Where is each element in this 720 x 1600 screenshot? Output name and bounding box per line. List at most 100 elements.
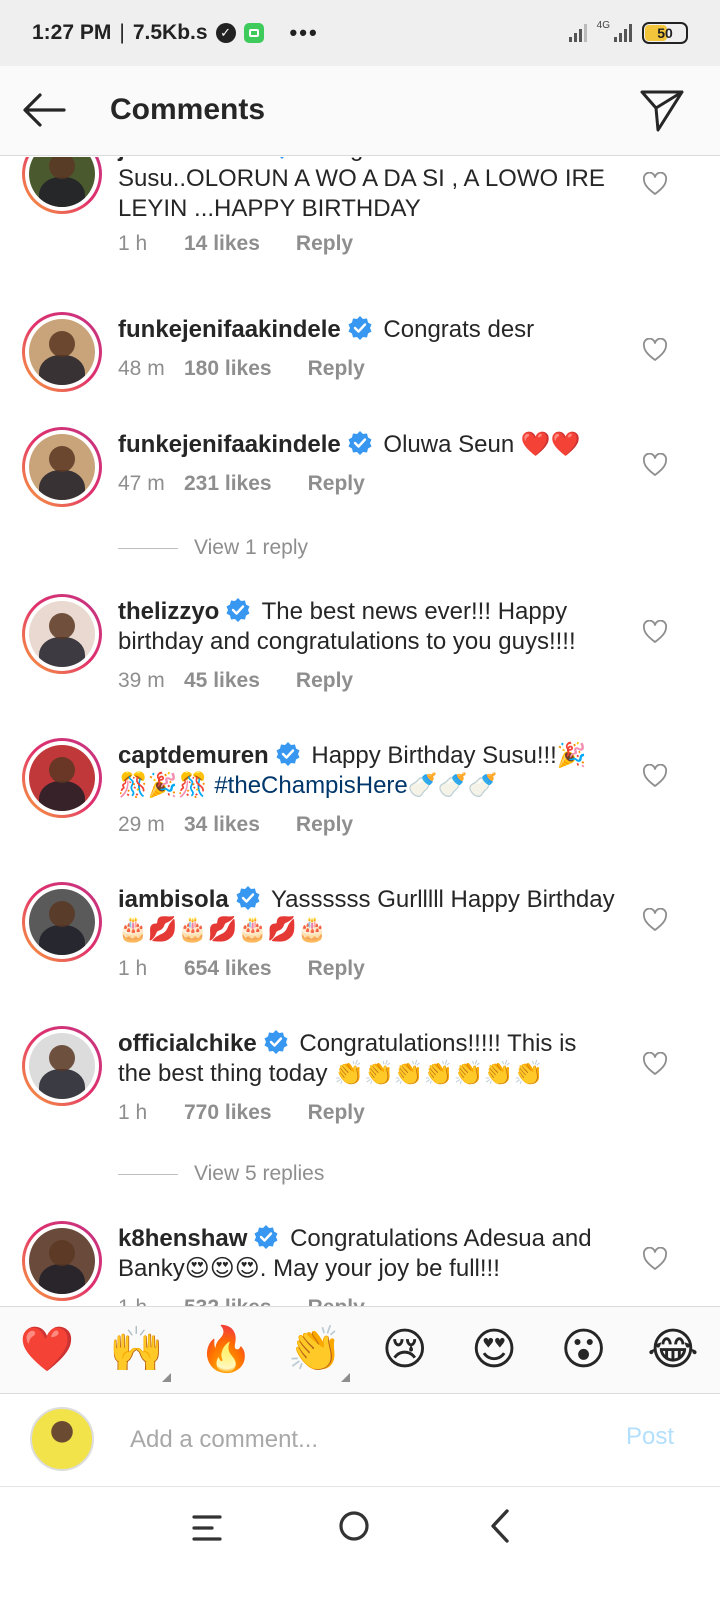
reply-button[interactable]: Reply: [308, 472, 365, 496]
verified-badge-icon: [264, 1030, 288, 1054]
comment-time: 1 h: [118, 232, 148, 255]
send-paper-plane-icon[interactable]: [638, 86, 686, 134]
comment-text: officialchike Congratulations!!!!! This …: [118, 1029, 616, 1089]
heart-outline-icon[interactable]: [642, 1052, 668, 1076]
heart-outline-icon[interactable]: [642, 908, 668, 932]
app-notification-icon: [243, 23, 264, 43]
signal-4g-icon: [614, 24, 632, 42]
reaction-heart-emoji[interactable]: ❤️: [18, 1328, 76, 1372]
verified-badge-icon: [226, 598, 250, 622]
reaction-raising-hands-emoji[interactable]: 🙌: [107, 1328, 172, 1382]
heart-outline-icon[interactable]: [642, 764, 668, 788]
comment-meta: 1 h 654 likes Reply: [118, 957, 365, 981]
reaction-crying-emoji[interactable]: 😢: [376, 1328, 434, 1372]
comment-body: Congratulations Susu..OLORUN A WO A DA S…: [118, 157, 605, 222]
comment-time: 39 m: [118, 669, 165, 692]
comment-text: captdemuren Happy Birthday Susu!!!🎉🎊🎉🎊 #…: [118, 741, 616, 801]
comment-username[interactable]: thelizzyo: [118, 598, 219, 625]
comment-likes[interactable]: 654 likes: [184, 957, 272, 981]
avatar[interactable]: [22, 594, 102, 674]
comment-time: 48 m: [118, 357, 165, 380]
view-replies-label[interactable]: View 1 reply: [194, 536, 308, 560]
status-separator: |: [119, 21, 125, 44]
reaction-laughing-emoji[interactable]: 😂: [644, 1328, 702, 1372]
comment-username[interactable]: officialchike: [118, 1030, 257, 1057]
home-circle-icon[interactable]: [338, 1510, 370, 1542]
reply-button[interactable]: Reply: [296, 813, 353, 837]
avatar[interactable]: [22, 1221, 102, 1301]
comment-likes[interactable]: 231 likes: [184, 472, 272, 496]
comment-username[interactable]: funkejenifaakindele: [118, 316, 341, 343]
comment-likes[interactable]: 45 likes: [184, 669, 260, 693]
avatar-image: [29, 157, 95, 207]
comment-meta: 48 m 180 likes Reply: [118, 357, 365, 381]
hashtag-link[interactable]: #theChampisHere: [214, 772, 407, 799]
view-replies-button[interactable]: View 5 replies: [118, 1162, 324, 1186]
comment-username[interactable]: funkejenifaakindele: [118, 431, 341, 458]
back-arrow-icon[interactable]: [20, 90, 68, 130]
comment-username[interactable]: iambisola: [118, 886, 229, 913]
comment-meta: 29 m 34 likes Reply: [118, 813, 353, 837]
avatar-image: [29, 745, 95, 811]
heart-outline-icon[interactable]: [642, 453, 668, 477]
post-button[interactable]: Post: [626, 1423, 674, 1451]
avatar[interactable]: [22, 427, 102, 507]
divider: [118, 1173, 178, 1175]
view-replies-button[interactable]: View 1 reply: [118, 536, 308, 560]
reply-button[interactable]: Reply: [296, 232, 353, 256]
reaction-clapping-emoji[interactable]: 👏: [286, 1325, 351, 1382]
current-user-avatar: [30, 1407, 94, 1471]
comment-likes[interactable]: 14 likes: [184, 232, 260, 256]
signal-icon: [568, 24, 587, 42]
comment-username[interactable]: jideawobona: [118, 157, 263, 162]
avatar[interactable]: [22, 1026, 102, 1106]
comments-header: Comments: [0, 66, 720, 156]
comment-username[interactable]: k8henshaw: [118, 1225, 247, 1252]
avatar-image: [29, 1228, 95, 1294]
network-type-label: 4G: [596, 20, 610, 31]
comment-meta: 1 h 770 likes Reply: [118, 1101, 365, 1125]
system-back-icon[interactable]: [488, 1508, 512, 1544]
reply-button[interactable]: Reply: [308, 1101, 365, 1125]
reaction-fire-emoji[interactable]: 🔥: [197, 1328, 255, 1372]
system-nav-bar: [0, 1488, 720, 1600]
verified-badge-icon: [348, 316, 372, 340]
comment-input-row: Post: [0, 1395, 720, 1487]
comment-likes[interactable]: 34 likes: [184, 813, 260, 837]
reply-button[interactable]: Reply: [308, 957, 365, 981]
avatar-image: [29, 889, 95, 955]
comment-text: k8henshaw Congratulations Adesua and Ban…: [118, 1224, 616, 1284]
heart-outline-icon[interactable]: [642, 172, 668, 196]
status-speed: 7.5Kb.s: [132, 21, 208, 44]
reaction-heart-eyes-emoji[interactable]: 😍: [465, 1328, 523, 1372]
verified-badge-icon: [254, 1225, 278, 1249]
recent-apps-menu-icon[interactable]: [190, 1512, 224, 1544]
comment-list[interactable]: jideawobona Congratulations Susu..OLORUN…: [0, 157, 720, 1330]
avatar[interactable]: [22, 157, 102, 214]
battery-percent: 50: [657, 25, 673, 41]
verified-badge-icon: [276, 742, 300, 766]
reply-button[interactable]: Reply: [308, 357, 365, 381]
heart-outline-icon[interactable]: [642, 338, 668, 362]
comment-text: iambisola Yassssss Gurlllll Happy Birthd…: [118, 885, 616, 945]
view-replies-label[interactable]: View 5 replies: [194, 1162, 324, 1186]
avatar[interactable]: [22, 738, 102, 818]
comment-text: thelizzyo The best news ever!!! Happy bi…: [118, 597, 616, 657]
reaction-clapping-glyph: 👏: [287, 1325, 343, 1374]
comment-username[interactable]: captdemuren: [118, 742, 269, 769]
heart-outline-icon[interactable]: [642, 620, 668, 644]
reaction-surprised-emoji[interactable]: 😮: [555, 1328, 613, 1372]
comment-input[interactable]: [130, 1419, 590, 1461]
status-left: 1:27 PM | 7.5Kb.s ✓ •••: [32, 20, 319, 46]
avatar[interactable]: [22, 882, 102, 962]
avatar-image: [29, 1033, 95, 1099]
comment-meta: 47 m 231 likes Reply: [118, 472, 365, 496]
avatar[interactable]: [22, 312, 102, 392]
comment-likes[interactable]: 770 likes: [184, 1101, 272, 1125]
reply-button[interactable]: Reply: [296, 669, 353, 693]
skin-tone-corner-icon: [162, 1373, 172, 1382]
comment-text: jideawobona Congratulations Susu..OLORUN…: [118, 157, 616, 224]
heart-outline-icon[interactable]: [642, 1247, 668, 1271]
comment-likes[interactable]: 180 likes: [184, 357, 272, 381]
comment-text: funkejenifaakindele Congrats desr: [118, 315, 616, 345]
